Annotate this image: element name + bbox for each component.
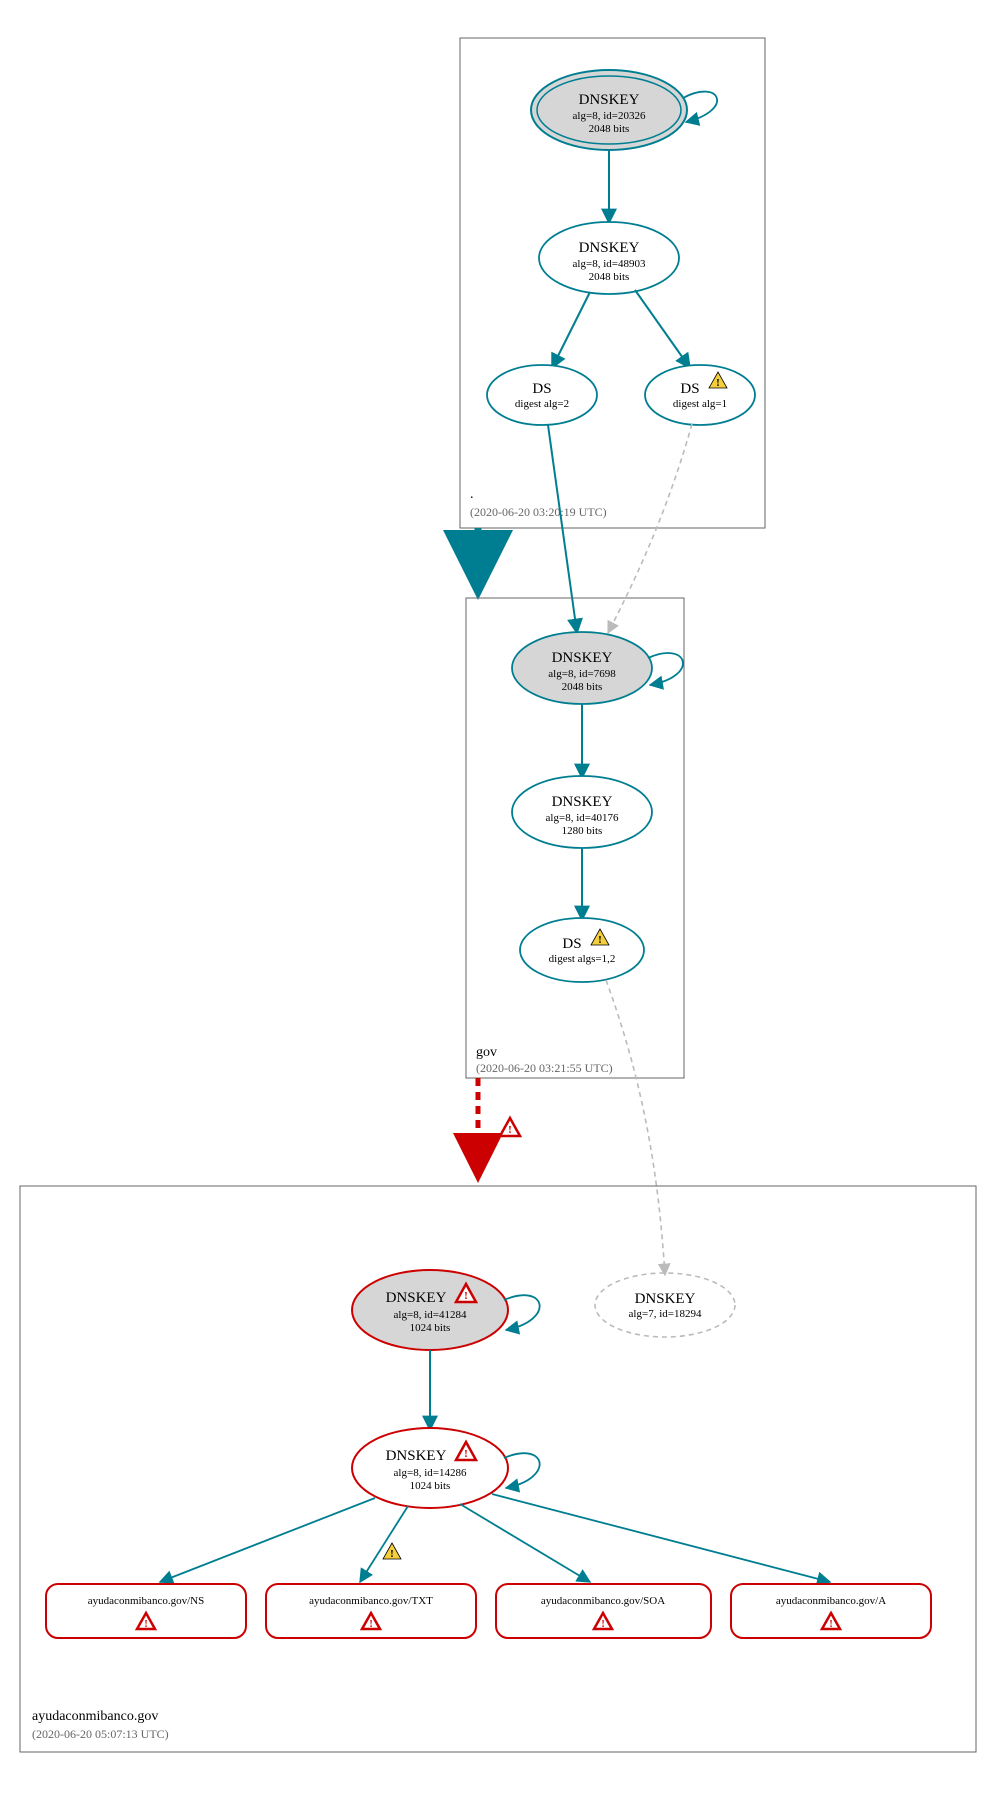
node-root-ksk: DNSKEY alg=8, id=20326 2048 bits — [531, 70, 687, 150]
svg-text:ayudaconmibanco.gov/NS: ayudaconmibanco.gov/NS — [88, 1595, 204, 1607]
zone-leaf-time: (2020-06-20 05:07:13 UTC) — [32, 1727, 169, 1741]
edge-zsk-a — [492, 1494, 830, 1582]
node-leaf-zsk: DNSKEY ! alg=8, id=14286 1024 bits — [352, 1428, 508, 1508]
svg-text:digest algs=1,2: digest algs=1,2 — [549, 953, 616, 965]
svg-text:DNSKEY: DNSKEY — [552, 794, 613, 810]
svg-text:DS: DS — [562, 936, 581, 952]
error-icon: ! — [500, 1118, 520, 1136]
svg-text:!: ! — [464, 1448, 468, 1460]
node-gov-ds: DS ! digest algs=1,2 — [520, 918, 644, 982]
svg-text:1024 bits: 1024 bits — [410, 1480, 451, 1492]
svg-text:DS: DS — [532, 381, 551, 397]
node-gov-ksk: DNSKEY alg=8, id=7698 2048 bits — [512, 632, 652, 704]
node-leaf-ksk: DNSKEY ! alg=8, id=41284 1024 bits — [352, 1270, 508, 1350]
selfloop-gov-ksk — [648, 653, 683, 685]
edge-govds-leafghost — [606, 980, 665, 1275]
node-root-ds1: DS ! digest alg=1 — [645, 365, 755, 425]
node-root-ds2: DS digest alg=2 — [487, 365, 597, 425]
svg-text:alg=8, id=20326: alg=8, id=20326 — [573, 110, 646, 122]
svg-text:!: ! — [464, 1290, 468, 1302]
zone-root-time: (2020-06-20 03:20:19 UTC) — [470, 505, 607, 519]
record-a: ayudaconmibanco.gov/A ! — [731, 1584, 931, 1638]
svg-text:DNSKEY: DNSKEY — [635, 1291, 696, 1307]
warning-icon: ! — [383, 1543, 401, 1560]
svg-text:ayudaconmibanco.gov/A: ayudaconmibanco.gov/A — [776, 1595, 886, 1607]
svg-text:!: ! — [598, 934, 602, 946]
selfloop-root-ksk — [683, 92, 717, 122]
selfloop-leaf-ksk — [504, 1295, 540, 1330]
record-txt: ayudaconmibanco.gov/TXT ! — [266, 1584, 476, 1638]
svg-text:ayudaconmibanco.gov/SOA: ayudaconmibanco.gov/SOA — [541, 1595, 665, 1607]
svg-text:!: ! — [508, 1124, 512, 1136]
svg-text:!: ! — [716, 377, 720, 389]
record-ns: ayudaconmibanco.gov/NS ! — [46, 1584, 246, 1638]
svg-text:DNSKEY: DNSKEY — [386, 1290, 447, 1306]
node-gov-zsk: DNSKEY alg=8, id=40176 1280 bits — [512, 776, 652, 848]
svg-text:DNSKEY: DNSKEY — [552, 650, 613, 666]
zone-gov-label: gov — [476, 1045, 497, 1060]
edge-zsk-soa — [460, 1504, 590, 1582]
svg-text:alg=7, id=18294: alg=7, id=18294 — [629, 1308, 702, 1320]
svg-text:1280 bits: 1280 bits — [562, 825, 603, 837]
edge-zsk-txt — [360, 1506, 408, 1582]
svg-text:2048 bits: 2048 bits — [589, 271, 630, 283]
svg-text:DNSKEY: DNSKEY — [579, 92, 640, 108]
svg-text:1024 bits: 1024 bits — [410, 1322, 451, 1334]
svg-text:DNSKEY: DNSKEY — [386, 1448, 447, 1464]
svg-text:DNSKEY: DNSKEY — [579, 240, 640, 256]
svg-text:2048 bits: 2048 bits — [562, 681, 603, 693]
svg-text:alg=8, id=7698: alg=8, id=7698 — [548, 668, 616, 680]
zone-gov: gov (2020-06-20 03:21:55 UTC) DNSKEY alg… — [466, 598, 684, 1078]
svg-text:ayudaconmibanco.gov/TXT: ayudaconmibanco.gov/TXT — [309, 1595, 433, 1607]
zone-root-label: . — [470, 487, 474, 502]
edge-ds2-govksk — [548, 425, 577, 633]
dnssec-graph: . (2020-06-20 03:20:19 UTC) DNSKEY alg=8… — [0, 0, 997, 1817]
svg-text:!: ! — [144, 1619, 147, 1630]
svg-text:!: ! — [369, 1619, 372, 1630]
svg-text:2048 bits: 2048 bits — [589, 123, 630, 135]
svg-text:alg=8, id=41284: alg=8, id=41284 — [394, 1309, 467, 1321]
zone-root: . (2020-06-20 03:20:19 UTC) DNSKEY alg=8… — [460, 38, 765, 633]
svg-text:alg=8, id=48903: alg=8, id=48903 — [573, 258, 646, 270]
svg-text:alg=8, id=14286: alg=8, id=14286 — [394, 1467, 467, 1479]
edge-zsk-ns — [160, 1498, 375, 1582]
svg-text:!: ! — [829, 1619, 832, 1630]
svg-text:!: ! — [601, 1619, 604, 1630]
zone-gov-time: (2020-06-20 03:21:55 UTC) — [476, 1061, 613, 1075]
svg-text:alg=8, id=40176: alg=8, id=40176 — [546, 812, 619, 824]
zone-leaf: ayudaconmibanco.gov (2020-06-20 05:07:13… — [20, 1186, 976, 1752]
record-soa: ayudaconmibanco.gov/SOA ! — [496, 1584, 711, 1638]
svg-text:DS: DS — [680, 381, 699, 397]
node-root-zsk: DNSKEY alg=8, id=48903 2048 bits — [539, 222, 679, 294]
svg-text:!: ! — [390, 1548, 394, 1560]
zone-leaf-label: ayudaconmibanco.gov — [32, 1709, 158, 1724]
edge-rootzsk-ds1 — [635, 290, 690, 368]
svg-text:digest alg=2: digest alg=2 — [515, 398, 569, 410]
svg-text:digest alg=1: digest alg=1 — [673, 398, 727, 410]
edge-rootzsk-ds2 — [552, 292, 590, 368]
node-leaf-ghost: DNSKEY alg=7, id=18294 — [595, 1273, 735, 1337]
selfloop-leaf-zsk — [504, 1453, 540, 1488]
